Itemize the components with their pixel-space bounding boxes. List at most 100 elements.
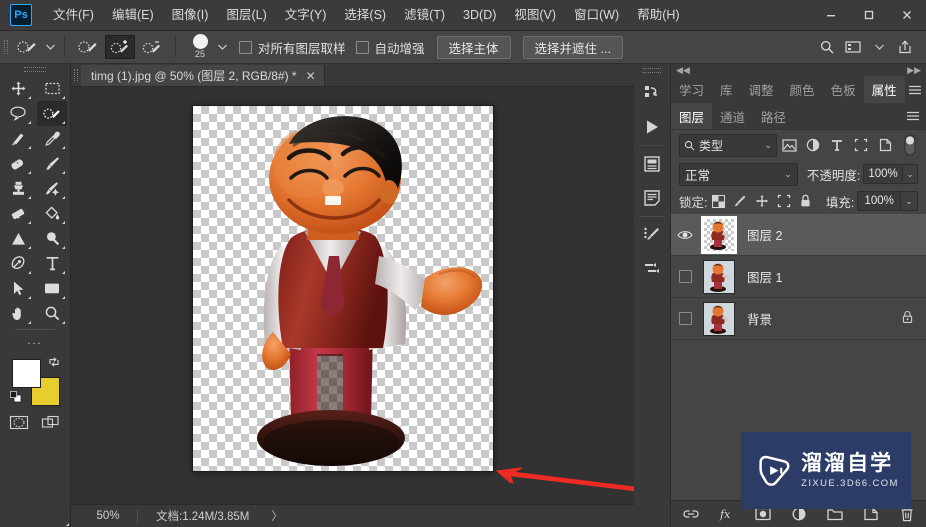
menu-type[interactable]: 文字(Y) bbox=[276, 0, 336, 30]
filter-type-select[interactable]: 类型 ⌄ bbox=[679, 133, 777, 157]
fill-chevron-down-icon[interactable]: ⌄ bbox=[901, 191, 918, 211]
lock-position-icon[interactable] bbox=[751, 191, 773, 211]
brush-settings-icon[interactable] bbox=[635, 218, 669, 252]
menu-filter[interactable]: 滤镜(T) bbox=[395, 0, 454, 30]
lock-artboard-nesting-icon[interactable] bbox=[773, 191, 795, 211]
add-to-selection-mode-button[interactable] bbox=[105, 35, 135, 59]
dock-strip-grip[interactable] bbox=[634, 64, 670, 76]
menu-window[interactable]: 窗口(W) bbox=[565, 0, 628, 30]
sample-all-layers-checkbox[interactable] bbox=[239, 40, 252, 54]
lock-all-icon[interactable] bbox=[795, 191, 817, 211]
auto-enhance-checkbox-row[interactable]: 自动增强 bbox=[355, 38, 425, 57]
canvas-viewport[interactable] bbox=[71, 87, 634, 504]
swap-colors-icon[interactable] bbox=[48, 356, 60, 368]
history-panel-icon[interactable] bbox=[635, 76, 669, 110]
layer-visibility-toggle[interactable] bbox=[671, 256, 699, 297]
minimize-button[interactable] bbox=[812, 0, 850, 30]
menu-select[interactable]: 选择(S) bbox=[335, 0, 395, 30]
dodge-tool[interactable] bbox=[37, 226, 67, 251]
menu-3d[interactable]: 3D(D) bbox=[454, 0, 505, 30]
select-subject-button[interactable]: 选择主体 bbox=[436, 35, 511, 59]
crop-tool[interactable] bbox=[3, 126, 33, 151]
image-canvas[interactable] bbox=[193, 106, 493, 471]
new-selection-mode-button[interactable] bbox=[73, 35, 103, 59]
fill-input[interactable]: 100% bbox=[857, 191, 902, 211]
brushes-panel-icon[interactable] bbox=[635, 252, 669, 286]
healing-brush-tool[interactable] bbox=[3, 151, 33, 176]
lasso-tool[interactable] bbox=[3, 101, 33, 126]
table-row[interactable]: 背景 bbox=[671, 298, 926, 340]
tab-swatches[interactable]: 色板 bbox=[823, 76, 864, 103]
table-row[interactable]: 图层 2 bbox=[671, 214, 926, 256]
menu-file[interactable]: 文件(F) bbox=[44, 0, 103, 30]
filter-shape-icon[interactable] bbox=[849, 134, 873, 156]
quick-mask-icon[interactable] bbox=[6, 411, 32, 433]
layer-style-button[interactable]: fx bbox=[717, 504, 737, 524]
brush-chevron-down-icon[interactable] bbox=[215, 35, 229, 59]
filter-toggle-switch[interactable] bbox=[902, 133, 918, 157]
foreground-color-swatch[interactable] bbox=[12, 359, 41, 388]
opacity-chevron-down-icon[interactable]: ⌄ bbox=[902, 164, 918, 184]
maximize-button[interactable] bbox=[850, 0, 888, 30]
close-icon[interactable]: ✕ bbox=[306, 70, 316, 82]
share-icon[interactable] bbox=[892, 35, 918, 59]
rectangular-marquee-tool[interactable] bbox=[37, 76, 67, 101]
menu-edit[interactable]: 编辑(E) bbox=[103, 0, 163, 30]
actions-play-icon[interactable] bbox=[635, 110, 669, 144]
tab-channels[interactable]: 通道 bbox=[712, 103, 753, 129]
eraser-tool[interactable] bbox=[3, 201, 33, 226]
edit-toolbar-button[interactable]: ... bbox=[20, 331, 50, 351]
tab-adjustments[interactable]: 调整 bbox=[741, 76, 782, 103]
filter-adjustment-icon[interactable] bbox=[801, 134, 825, 156]
clone-stamp-tool[interactable] bbox=[3, 176, 33, 201]
tab-learn[interactable]: 学习 bbox=[671, 76, 712, 103]
default-colors-icon[interactable] bbox=[10, 391, 22, 403]
document-tab[interactable]: timg (1).jpg @ 50% (图层 2, RGB/8#) * ✕ bbox=[81, 65, 325, 86]
gradient-tool[interactable] bbox=[3, 226, 33, 251]
libraries-panel-icon[interactable] bbox=[635, 147, 669, 181]
tab-properties[interactable]: 属性 bbox=[863, 76, 905, 103]
brush-size-picker[interactable]: 25 bbox=[185, 34, 215, 59]
layer-visibility-toggle[interactable] bbox=[671, 298, 699, 339]
tab-libraries[interactable]: 库 bbox=[712, 76, 741, 103]
workspace-switcher-icon[interactable] bbox=[840, 35, 866, 59]
blend-mode-select[interactable]: 正常 ⌄ bbox=[679, 162, 798, 186]
layers-panel-menu-icon[interactable] bbox=[900, 103, 926, 129]
tab-layers[interactable]: 图层 bbox=[671, 103, 713, 129]
filter-type-text-icon[interactable] bbox=[825, 134, 849, 156]
zoom-tool[interactable] bbox=[37, 301, 67, 326]
move-tool[interactable] bbox=[3, 76, 33, 101]
quick-selection-tool[interactable] bbox=[37, 101, 67, 126]
layer-visibility-toggle[interactable] bbox=[671, 214, 699, 255]
pen-tool[interactable] bbox=[3, 251, 33, 276]
panel-menu-icon[interactable] bbox=[905, 76, 926, 103]
lock-image-pixels-icon[interactable] bbox=[729, 191, 751, 211]
select-and-mask-button[interactable]: 选择并遮住 ... bbox=[522, 35, 623, 59]
layer-thumbnail[interactable] bbox=[703, 301, 735, 336]
layer-thumbnail[interactable] bbox=[703, 259, 735, 294]
search-icon[interactable] bbox=[814, 35, 840, 59]
options-bar-grip[interactable] bbox=[0, 31, 11, 63]
close-button[interactable] bbox=[888, 0, 926, 30]
toolbox-grip[interactable] bbox=[0, 64, 70, 74]
path-selection-tool[interactable] bbox=[3, 276, 33, 301]
menu-help[interactable]: 帮助(H) bbox=[628, 0, 688, 30]
eyedropper-tool[interactable] bbox=[37, 126, 67, 151]
tab-color[interactable]: 颜色 bbox=[782, 76, 823, 103]
brush-tool[interactable] bbox=[37, 151, 67, 176]
workspace-chevron-down-icon[interactable] bbox=[866, 35, 892, 59]
menu-layer[interactable]: 图层(L) bbox=[217, 0, 275, 30]
paint-bucket-tool[interactable] bbox=[37, 201, 67, 226]
link-layers-button[interactable] bbox=[681, 504, 701, 524]
notes-panel-icon[interactable] bbox=[635, 181, 669, 215]
collapse-right-icon[interactable]: ▶▶ bbox=[907, 65, 921, 75]
tool-preset-chevron-down-icon[interactable] bbox=[43, 35, 57, 59]
zoom-level-field[interactable]: 50% bbox=[71, 510, 137, 522]
filter-smart-object-icon[interactable] bbox=[873, 134, 897, 156]
hand-tool[interactable] bbox=[3, 301, 33, 326]
table-row[interactable]: 图层 1 bbox=[671, 256, 926, 298]
menu-image[interactable]: 图像(I) bbox=[163, 0, 218, 30]
collapse-left-icon[interactable]: ◀◀ bbox=[676, 65, 690, 75]
rectangle-tool[interactable] bbox=[37, 276, 67, 301]
history-brush-tool[interactable] bbox=[37, 176, 67, 201]
